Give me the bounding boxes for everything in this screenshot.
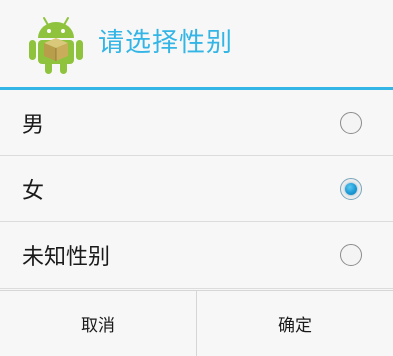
dialog-title: 请选择性别 [98, 28, 234, 58]
android-icon [29, 17, 83, 74]
option-male[interactable]: 男 [0, 90, 393, 156]
option-label: 女 [22, 178, 45, 204]
gender-select-dialog: 请选择性别 男 女 未知性别 取消 确定 [0, 0, 393, 356]
radio-button-checked[interactable] [340, 177, 362, 200]
cancel-button[interactable]: 取消 [0, 291, 196, 356]
option-label: 未知性别 [22, 245, 111, 270]
gender-options-list: 男 女 未知性别 [0, 90, 393, 289]
option-female[interactable]: 女 [0, 156, 393, 222]
radio-checked-dot [345, 182, 357, 195]
option-unknown[interactable]: 未知性别 [0, 222, 393, 289]
radio-button-unchecked[interactable] [340, 244, 362, 266]
radio-button-unchecked[interactable] [340, 111, 362, 134]
dialog-button-bar: 取消 确定 [0, 290, 393, 356]
option-label: 男 [22, 112, 45, 138]
dialog-title-bar: 请选择性别 [0, 0, 393, 88]
confirm-button[interactable]: 确定 [197, 291, 393, 356]
